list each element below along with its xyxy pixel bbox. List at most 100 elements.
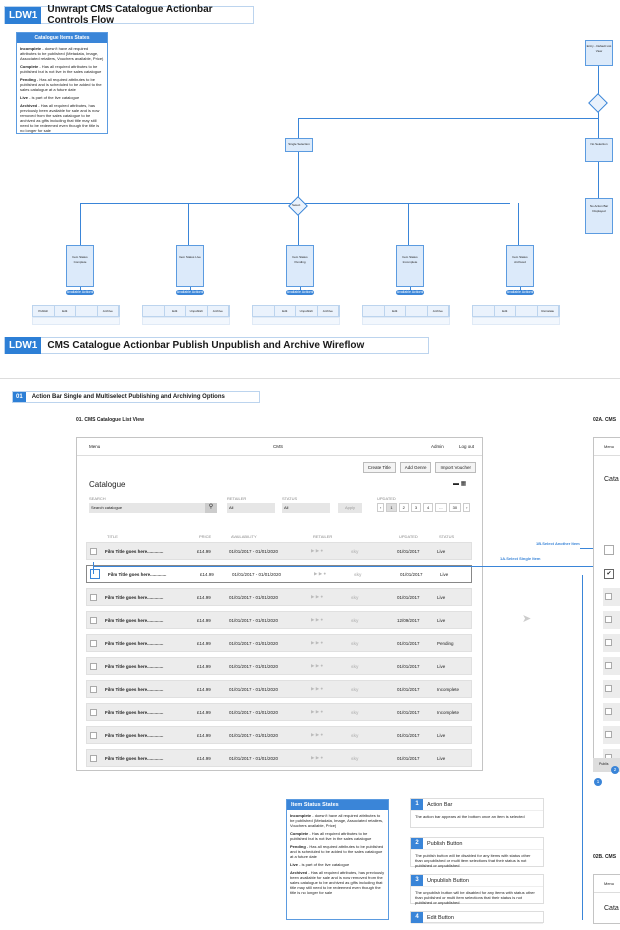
wf2a-row[interactable] <box>603 588 620 606</box>
row-checkbox-2a-b[interactable] <box>604 545 614 555</box>
status-box: Item Status Complete <box>66 245 94 287</box>
row-checkbox[interactable] <box>605 685 612 692</box>
row-checkbox[interactable] <box>90 685 97 693</box>
legend-entry: Live - is part of the live catalogue <box>20 95 104 100</box>
select-decision-label: Select <box>292 203 301 207</box>
wf2b-menu[interactable]: Menu <box>594 875 620 893</box>
table-row[interactable]: Film Title goes here............. £14.99… <box>86 703 472 721</box>
flow-connector <box>298 118 598 119</box>
row-checkbox[interactable] <box>605 639 612 646</box>
legend-term: Live <box>20 95 29 100</box>
col-updated[interactable]: UPDATED <box>399 534 439 539</box>
next-page-icon[interactable]: › <box>463 503 471 512</box>
apply-button[interactable]: Apply <box>338 503 362 513</box>
wf2a-row[interactable] <box>603 726 620 744</box>
retailer-icons: ▶ ▶ ● <box>314 571 327 576</box>
flow-tag: LDW1 <box>5 6 42 24</box>
note-number: 3 <box>411 875 423 886</box>
row-checkbox[interactable] <box>605 593 612 600</box>
admin-dropdown[interactable]: Admin <box>431 444 444 449</box>
page-number[interactable]: 3 <box>410 503 422 512</box>
action-cell <box>516 306 538 316</box>
row-title[interactable]: Film Title goes here............. <box>105 641 197 646</box>
row-checkbox[interactable] <box>90 639 97 647</box>
row-checkbox[interactable] <box>90 662 97 670</box>
row-updated: 01/01/2017 <box>397 755 420 761</box>
table-row[interactable]: Film Title goes here............. £14.99… <box>86 588 472 606</box>
search-icon[interactable]: ⚲ <box>205 503 217 513</box>
prev-page-icon[interactable]: ‹ <box>377 503 385 512</box>
add-genre-button[interactable]: Add Genre <box>399 462 432 473</box>
table-row[interactable]: Film Title goes here............. £14.99… <box>86 680 472 698</box>
row-title[interactable]: Film Title goes here............. <box>105 549 197 554</box>
legend-entry: Incomplete - doesn't have all required a… <box>290 813 385 828</box>
action-cell: Unpublish <box>186 306 208 316</box>
wf2a-row[interactable] <box>603 657 620 675</box>
page-number[interactable]: 30 <box>448 503 462 512</box>
catalogue-states-legend: Catalogue Items States Incomplete - does… <box>16 32 108 134</box>
row-checkbox[interactable] <box>90 616 97 624</box>
page-number[interactable]: 2 <box>398 503 409 512</box>
table-row[interactable]: Film Title goes here............. £14.99… <box>86 611 472 629</box>
row-title[interactable]: Film Title goes here............. <box>105 664 197 669</box>
retailer-icons: ▶ ▶ ● <box>311 686 324 691</box>
wf2a-row[interactable] <box>603 680 620 698</box>
wf2a-menu[interactable]: Menu <box>594 438 620 456</box>
row-title[interactable]: Film Title goes here............. <box>105 618 197 623</box>
row-checkbox[interactable] <box>605 708 612 715</box>
col-availability[interactable]: AVAILABILITY <box>231 534 313 539</box>
status-box: Item Status Incomplete <box>396 245 424 287</box>
page-number[interactable]: ... <box>435 503 447 512</box>
view-toggle-icons[interactable]: ▬ ▦ <box>453 480 466 487</box>
row-title[interactable]: Film Title goes here............. <box>105 756 197 761</box>
row-availability: 01/01/2017 - 01/01/2020 <box>229 640 279 646</box>
action-row-shadow <box>142 317 230 325</box>
table-row[interactable]: Film Title goes here............. £14.99… <box>86 634 472 652</box>
action-cell: Edit <box>55 306 76 316</box>
retailer-select[interactable]: All <box>227 503 275 513</box>
search-input[interactable]: Search catalogue <box>89 503 206 513</box>
row-checkbox[interactable] <box>90 593 97 601</box>
wf2a-row[interactable] <box>603 634 620 652</box>
row-title[interactable]: Film Title goes here............. <box>108 572 200 577</box>
row-checkbox[interactable] <box>90 708 97 716</box>
row-checkbox[interactable] <box>90 754 97 762</box>
row-title[interactable]: Film Title goes here............. <box>105 710 197 715</box>
table-row[interactable]: Film Title goes here............. £14.99… <box>86 726 472 744</box>
wireframe-2b: Menu Cata <box>593 874 620 924</box>
create-title-button[interactable]: Create Title <box>362 462 396 473</box>
page-number[interactable]: 4 <box>423 503 434 512</box>
wf2a-row[interactable] <box>603 703 620 721</box>
menu-button[interactable]: Menu <box>89 444 100 449</box>
wf2a-row[interactable] <box>603 611 620 629</box>
table-row[interactable]: Film Title goes here............. £14.99… <box>86 565 472 583</box>
legend-text: - is part of the live catalogue <box>29 95 80 100</box>
col-title[interactable]: TITLE <box>107 534 199 539</box>
row-availability: 01/01/2017 - 01/01/2020 <box>229 732 279 738</box>
row-checkbox[interactable] <box>90 547 97 555</box>
import-voucher-button[interactable]: Import Voucher <box>435 462 476 473</box>
row-title[interactable]: Film Title goes here............. <box>105 687 197 692</box>
table-row[interactable]: Film Title goes here............. £14.99… <box>86 749 472 767</box>
page-number[interactable]: 1 <box>386 503 397 512</box>
row-price: £14.99 <box>197 732 211 738</box>
logout-link[interactable]: Log out <box>459 444 474 449</box>
row-status: Live <box>437 732 446 738</box>
status-select[interactable]: All <box>282 503 330 513</box>
col-price[interactable]: PRICE <box>199 534 231 539</box>
row-title[interactable]: Film Title goes here............. <box>105 733 197 738</box>
action-cell: Archive <box>428 306 449 316</box>
retailer-sky: sky <box>351 709 359 715</box>
table-row[interactable]: Film Title goes here............. £14.99… <box>86 657 472 675</box>
row-checkbox[interactable] <box>605 616 612 623</box>
action-bar-publish[interactable]: Publis <box>599 762 609 766</box>
row-updated: 01/01/2017 <box>397 548 420 554</box>
row-checkbox-2a-a[interactable]: ✔ <box>604 569 614 579</box>
row-checkbox[interactable] <box>605 731 612 738</box>
table-row[interactable]: Film Title goes here............. £14.99… <box>86 542 472 560</box>
note-text: The unpublish button will be disabled fo… <box>415 890 535 905</box>
row-checkbox[interactable] <box>90 731 97 739</box>
row-checkbox[interactable] <box>605 662 612 669</box>
row-checkbox[interactable] <box>90 569 100 579</box>
row-title[interactable]: Film Title goes here............. <box>105 595 197 600</box>
